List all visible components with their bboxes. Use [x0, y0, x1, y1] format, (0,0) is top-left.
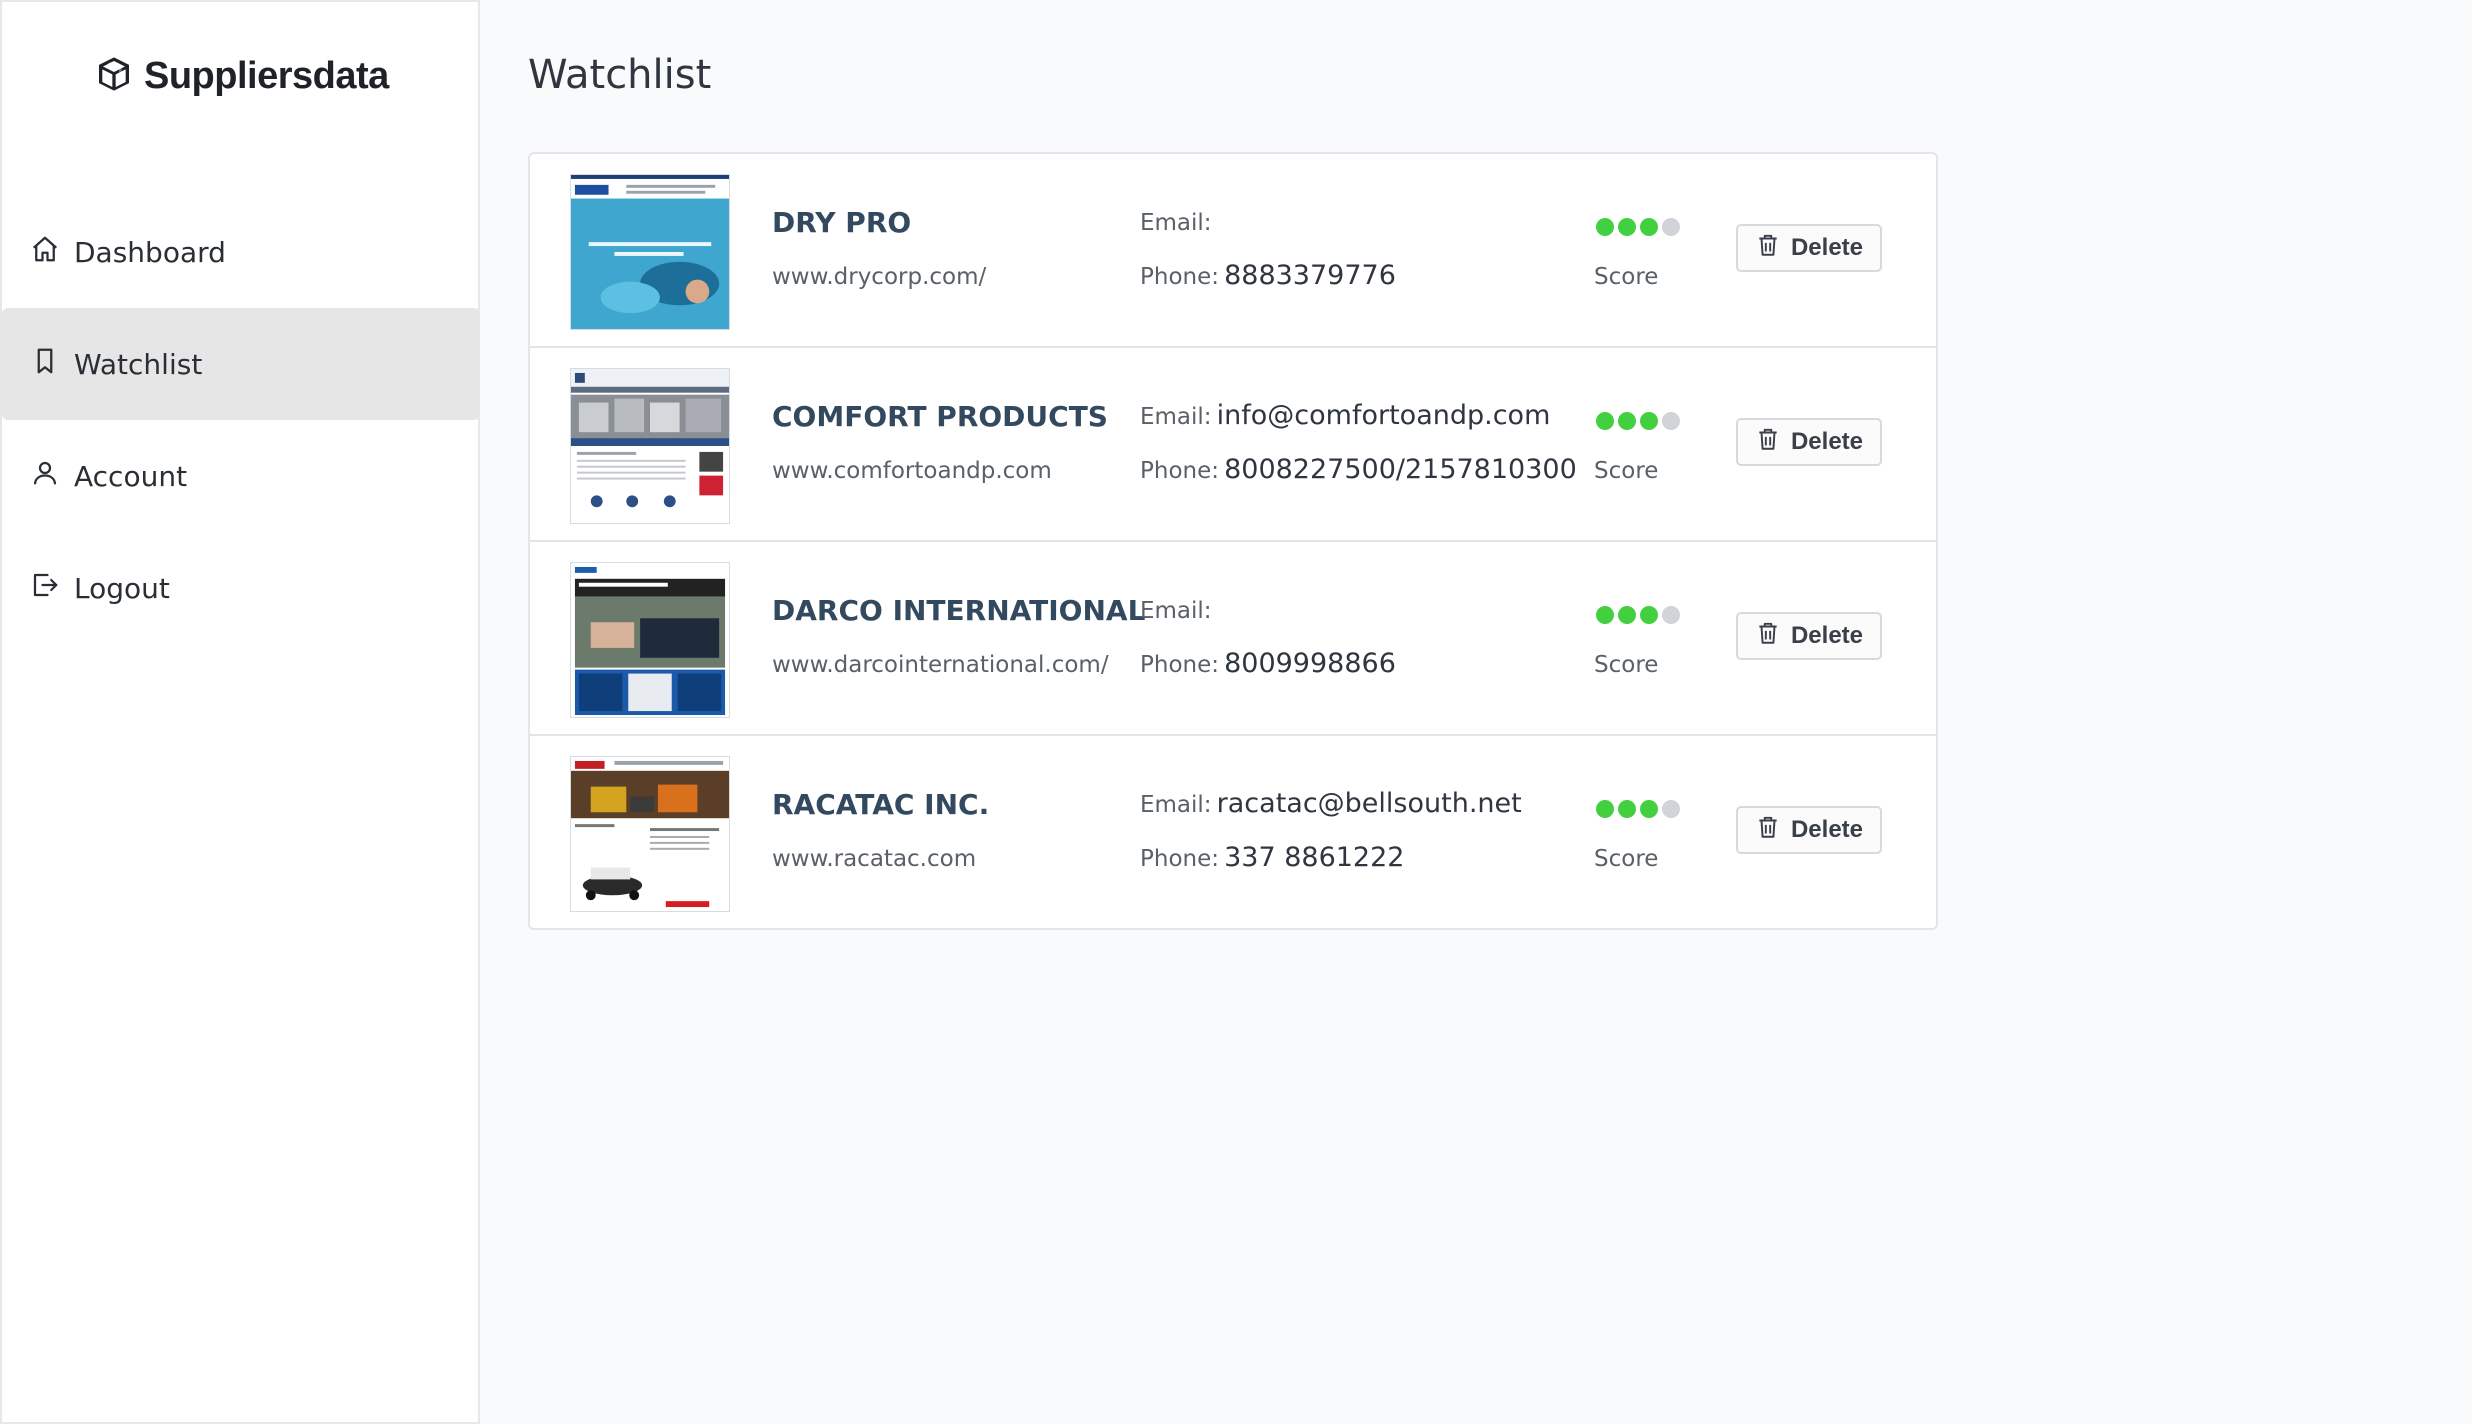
delete-label: Delete	[1790, 428, 1864, 455]
email-label: Email:	[1140, 792, 1212, 818]
score-dot-filled	[1640, 218, 1658, 236]
phone-value: 8883379776	[1224, 260, 1396, 291]
sidebar-item-watchlist[interactable]: Watchlist	[2, 308, 480, 420]
table-row: RACATAC INC. www.racatac.com Email: raca…	[530, 736, 1936, 930]
supplier-name: RACATAC INC.	[772, 788, 990, 821]
phone-label: Phone:	[1140, 652, 1219, 678]
score-dot-empty	[1662, 606, 1680, 624]
supplier-phone: Phone: 8009998866	[1140, 648, 1396, 679]
delete-label: Delete	[1790, 816, 1864, 843]
delete-button[interactable]: Delete	[1736, 806, 1882, 854]
score-dot-filled	[1618, 412, 1636, 430]
brand-logo[interactable]: Suppliersdata	[94, 54, 389, 98]
delete-button[interactable]: Delete	[1736, 418, 1882, 466]
logout-icon	[30, 570, 60, 607]
phone-value: 8009998866	[1224, 648, 1396, 679]
score-label: Score	[1594, 652, 1659, 678]
phone-value: 337 8861222	[1224, 842, 1405, 873]
supplier-name: DARCO INTERNATIONAL	[772, 594, 1146, 627]
trash-icon	[1755, 814, 1781, 847]
score-dot-filled	[1596, 218, 1614, 236]
phone-label: Phone:	[1140, 458, 1219, 484]
supplier-name: DRY PRO	[772, 206, 912, 239]
sidebar-item-dashboard[interactable]: Dashboard	[2, 196, 480, 308]
supplier-email: Email:	[1140, 594, 1212, 625]
phone-label: Phone:	[1140, 846, 1219, 872]
watchlist-table: DRY PRO www.drycorp.com/ Email: Phone: 8…	[528, 152, 1938, 930]
score-dot-filled	[1618, 218, 1636, 236]
sidebar-item-account[interactable]: Account	[2, 420, 480, 532]
sidebar: Suppliersdata Dashboard Watchlist Accoun…	[0, 0, 480, 1424]
user-icon	[30, 458, 60, 495]
score-dot-filled	[1618, 800, 1636, 818]
delete-button[interactable]: Delete	[1736, 224, 1882, 272]
score-dots	[1596, 606, 1680, 624]
score-dot-filled	[1596, 606, 1614, 624]
delete-label: Delete	[1790, 234, 1864, 261]
supplier-url[interactable]: www.darcointernational.com/	[772, 652, 1109, 678]
supplier-email: Email: racatac@bellsouth.net	[1140, 788, 1522, 819]
page-title: Watchlist	[528, 52, 712, 98]
website-thumbnail[interactable]	[570, 368, 730, 524]
bookmark-icon	[30, 346, 60, 383]
supplier-email: Email: info@comfortoandp.com	[1140, 400, 1550, 431]
trash-icon	[1755, 620, 1781, 653]
sidebar-item-label: Logout	[74, 571, 170, 605]
phone-value: 8008227500/2157810300	[1224, 454, 1577, 485]
score-label: Score	[1594, 458, 1659, 484]
score-dot-filled	[1640, 412, 1658, 430]
score-dot-filled	[1618, 606, 1636, 624]
trash-icon	[1755, 232, 1781, 265]
table-row: DARCO INTERNATIONAL www.darcointernation…	[530, 542, 1936, 736]
phone-label: Phone:	[1140, 264, 1219, 290]
supplier-phone: Phone: 8883379776	[1140, 260, 1396, 291]
supplier-email: Email:	[1140, 206, 1212, 237]
sidebar-item-label: Account	[74, 459, 188, 493]
sidebar-item-logout[interactable]: Logout	[2, 532, 480, 644]
delete-label: Delete	[1790, 622, 1864, 649]
brand-name: Suppliersdata	[144, 54, 389, 97]
trash-icon	[1755, 426, 1781, 459]
supplier-url[interactable]: www.drycorp.com/	[772, 264, 986, 290]
score-dot-empty	[1662, 800, 1680, 818]
score-dot-filled	[1596, 412, 1614, 430]
supplier-phone: Phone: 337 8861222	[1140, 842, 1404, 873]
delete-button[interactable]: Delete	[1736, 612, 1882, 660]
score-dot-filled	[1640, 800, 1658, 818]
score-dot-empty	[1662, 412, 1680, 430]
score-dots	[1596, 800, 1680, 818]
sidebar-item-label: Watchlist	[74, 347, 203, 381]
sidebar-item-label: Dashboard	[74, 235, 226, 269]
website-thumbnail[interactable]	[570, 174, 730, 330]
email-value: racatac@bellsouth.net	[1216, 788, 1522, 819]
supplier-name: COMFORT PRODUCTS	[772, 400, 1108, 433]
score-label: Score	[1594, 846, 1659, 872]
email-label: Email:	[1140, 598, 1212, 624]
supplier-url[interactable]: www.comfortoandp.com	[772, 458, 1052, 484]
email-label: Email:	[1140, 404, 1212, 430]
score-dot-filled	[1596, 800, 1614, 818]
website-thumbnail[interactable]	[570, 562, 730, 718]
score-dot-empty	[1662, 218, 1680, 236]
email-value: info@comfortoandp.com	[1216, 400, 1551, 431]
cube-icon	[94, 54, 134, 98]
website-thumbnail[interactable]	[570, 756, 730, 912]
score-dot-filled	[1640, 606, 1658, 624]
table-row: DRY PRO www.drycorp.com/ Email: Phone: 8…	[530, 154, 1936, 348]
table-row: COMFORT PRODUCTS www.comfortoandp.com Em…	[530, 348, 1936, 542]
email-label: Email:	[1140, 210, 1212, 236]
score-dots	[1596, 412, 1680, 430]
supplier-phone: Phone: 8008227500/2157810300	[1140, 454, 1577, 485]
home-icon	[30, 234, 60, 271]
score-dots	[1596, 218, 1680, 236]
score-label: Score	[1594, 264, 1659, 290]
supplier-url[interactable]: www.racatac.com	[772, 846, 976, 872]
